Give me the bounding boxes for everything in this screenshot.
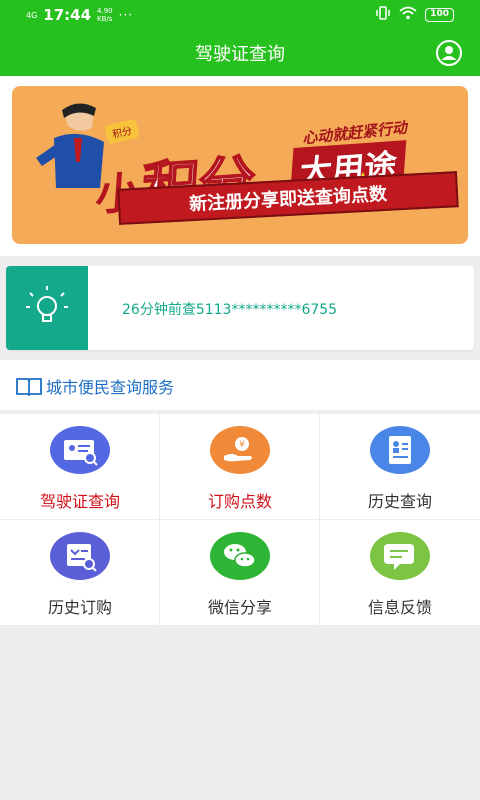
license-search-icon: [50, 426, 110, 474]
service-label: 信息反馈: [367, 598, 432, 617]
more-notifications-icon: ···: [118, 8, 134, 22]
promo-banner[interactable]: 积分 心动就赶紧行动 小 积分 大用途 新注册分享即送查询点数: [12, 86, 468, 244]
feedback-icon: [370, 532, 430, 580]
service-feedback[interactable]: 信息反馈: [320, 520, 480, 626]
service-license-query[interactable]: 驾驶证查询: [0, 414, 160, 520]
wechat-icon: [210, 532, 270, 580]
banner-section: 积分 心动就赶紧行动 小 积分 大用途 新注册分享即送查询点数: [0, 76, 480, 256]
service-label: 历史订购: [47, 598, 112, 617]
order-search-icon: [50, 532, 110, 580]
hand-coin-icon: ¥: [210, 426, 270, 474]
query-notice-card: 26分钟前查5113**********6755: [6, 266, 474, 350]
service-wechat-share[interactable]: 微信分享: [160, 520, 320, 626]
notice-section: 26分钟前查5113**********6755: [0, 256, 480, 360]
wifi-icon: [399, 6, 417, 24]
battery-indicator: 100: [425, 8, 454, 22]
service-order-history[interactable]: 历史订购: [0, 520, 160, 626]
notice-icon-box: [6, 266, 88, 350]
network-indicator: 4G: [26, 10, 38, 20]
services-title: 城市便民查询服务: [46, 378, 175, 397]
page-title: 驾驶证查询: [195, 44, 285, 65]
vibrate-icon: [375, 6, 391, 24]
service-label: 历史查询: [367, 492, 432, 511]
services-grid: 驾驶证查询 ¥ 订购点数 历史查询 历史订购 微信分享 信息反馈: [0, 414, 480, 626]
services-header: 城市便民查询服务: [0, 360, 480, 410]
book-icon: [16, 378, 42, 396]
notice-text: 26分钟前查5113**********6755: [122, 302, 338, 318]
service-label: 驾驶证查询: [39, 492, 120, 511]
user-profile-icon[interactable]: [436, 40, 462, 66]
document-person-icon: [370, 426, 430, 474]
status-time: 17:44: [43, 6, 92, 24]
service-buy-points[interactable]: ¥ 订购点数: [160, 414, 320, 520]
service-label: 微信分享: [207, 598, 272, 617]
app-header: 4G 17:44 4.90 KB/s ··· 100 驾驶证查询: [0, 0, 480, 76]
network-speed: 4.90 KB/s: [97, 7, 113, 23]
status-bar: 4G 17:44 4.90 KB/s ··· 100: [0, 0, 480, 30]
lightbulb-icon: [26, 286, 68, 322]
title-bar: 驾驶证查询: [0, 36, 480, 70]
service-label: 订购点数: [207, 492, 272, 511]
service-history-query[interactable]: 历史查询: [320, 414, 480, 520]
svg-text:¥: ¥: [239, 440, 245, 450]
